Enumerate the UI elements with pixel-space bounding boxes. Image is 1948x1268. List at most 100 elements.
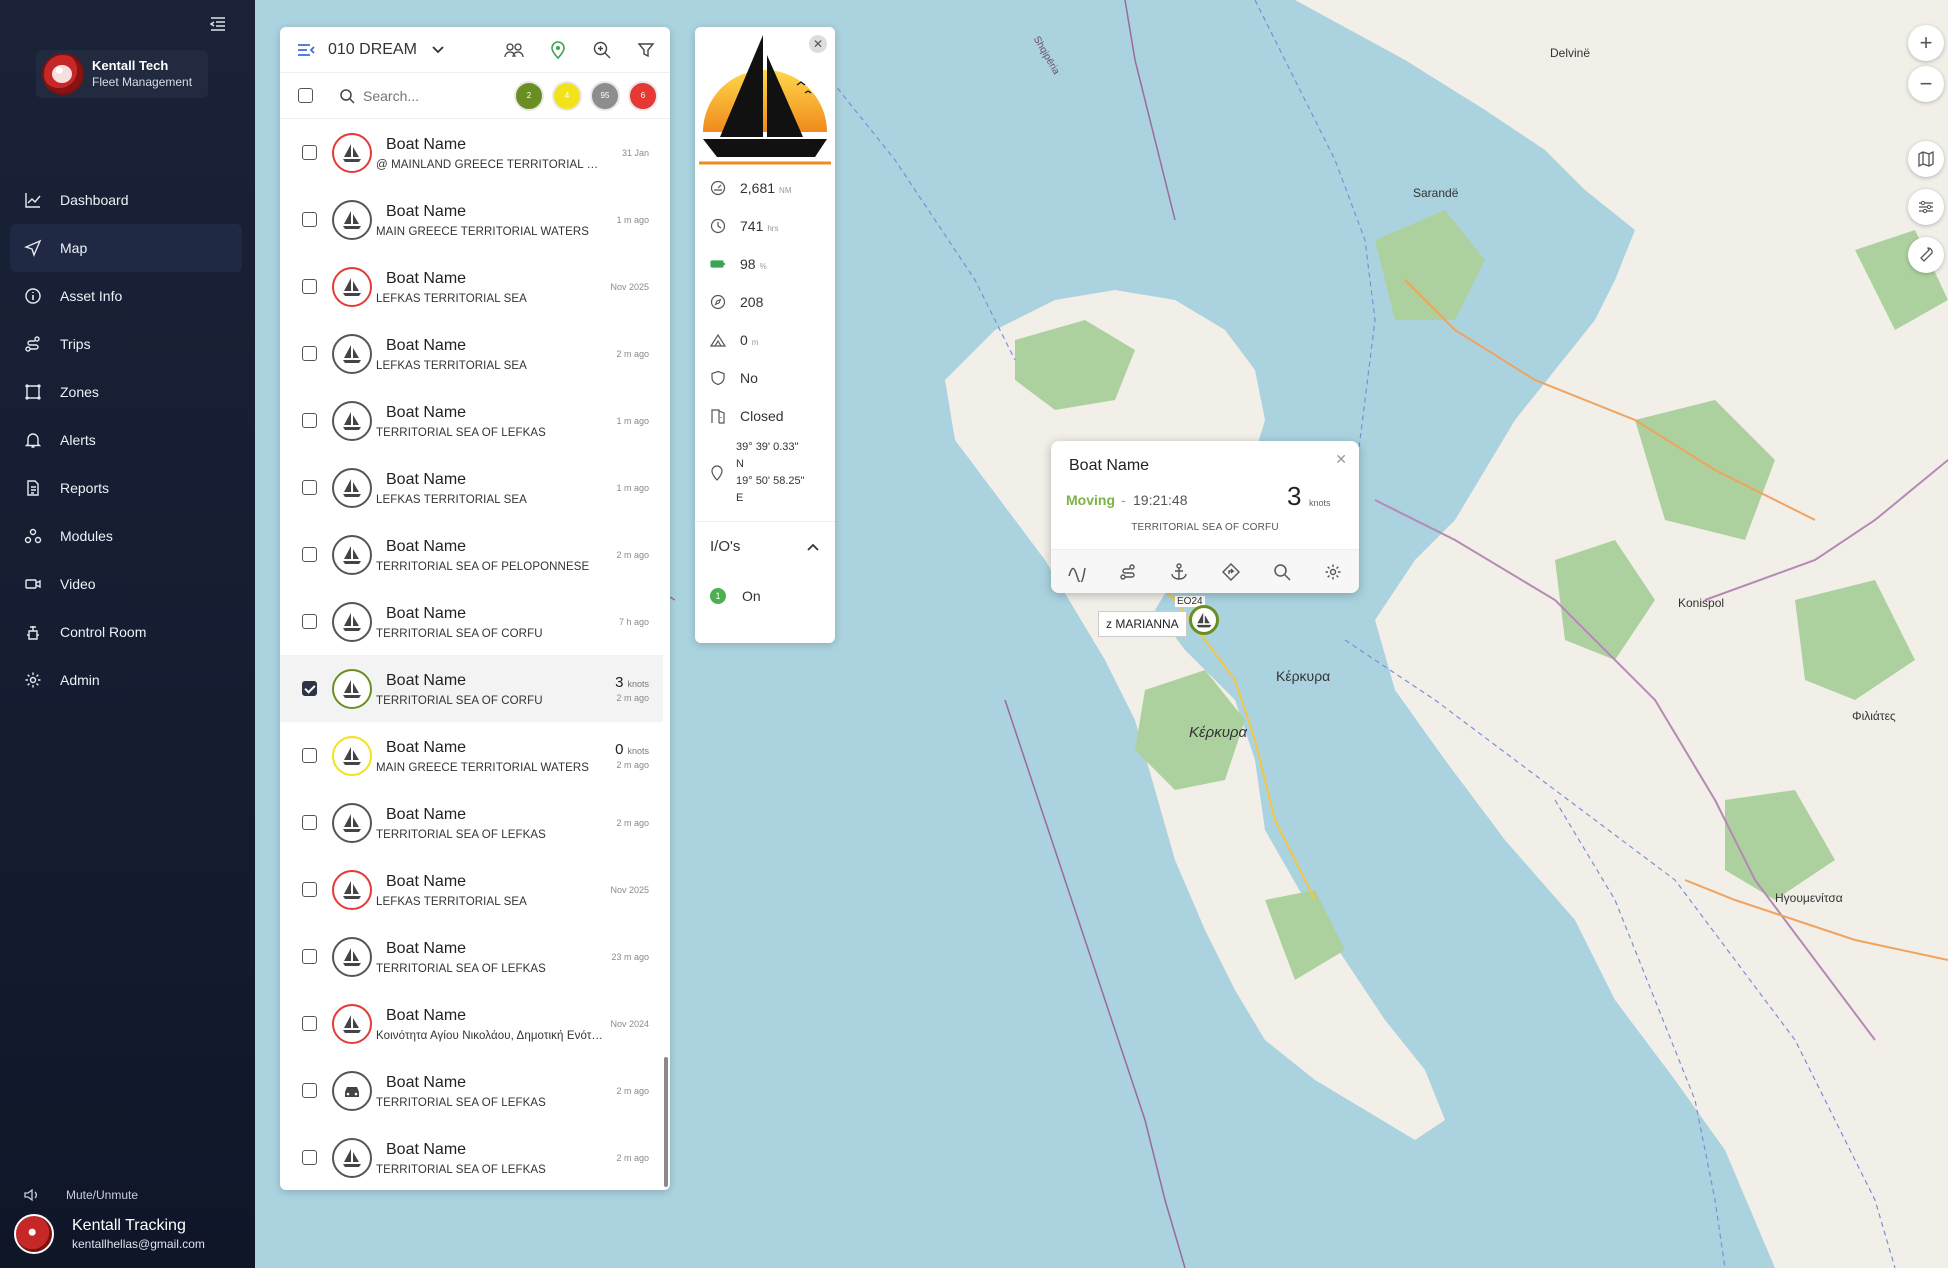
- asset-name: Boat Name: [386, 805, 467, 823]
- list-item[interactable]: Boat Name LEFKAS TERRITORIAL SEA 1 m ago: [280, 454, 663, 521]
- io-item: 1 On: [695, 571, 835, 621]
- row-checkbox[interactable]: [302, 1083, 317, 1098]
- sidebar-nav: Dashboard Map Asset Info Trips Zones Ale…: [10, 176, 242, 704]
- filter-button[interactable]: [634, 38, 658, 62]
- sidebar-item-zones[interactable]: Zones: [10, 368, 242, 416]
- locate-button[interactable]: [1271, 561, 1293, 583]
- coord-lat: 39° 39' 0.33": [736, 441, 799, 453]
- io-title: I/O's: [710, 538, 741, 555]
- asset-last-seen: 1 m ago: [616, 415, 649, 426]
- user-email: kentallhellas@gmail.com: [72, 1237, 205, 1251]
- map-tools-button[interactable]: [1908, 237, 1944, 273]
- anchor-button[interactable]: [1168, 561, 1190, 583]
- row-checkbox[interactable]: [302, 949, 317, 964]
- map-settings-button[interactable]: [1908, 189, 1944, 225]
- stat-value: 208: [740, 294, 764, 310]
- fleet-selector[interactable]: 010 DREAM: [328, 41, 417, 59]
- row-checkbox[interactable]: [302, 413, 317, 428]
- location-button[interactable]: [546, 38, 570, 62]
- sidebar-item-map[interactable]: Map: [10, 224, 242, 272]
- chevron-down-icon[interactable]: [431, 43, 445, 57]
- asset-location: LEFKAS TERRITORIAL SEA: [376, 292, 527, 305]
- search-icon: [340, 88, 355, 104]
- boat-map-marker[interactable]: [1189, 605, 1219, 635]
- list-item[interactable]: Boat Name TERRITORIAL SEA OF LEFKAS 2 m ag…: [280, 1057, 663, 1124]
- sidebar-item-modules[interactable]: Modules: [10, 512, 242, 560]
- row-checkbox[interactable]: [302, 815, 317, 830]
- user-profile[interactable]: Kentall Tracking kentallhellas@gmail.com: [14, 1214, 205, 1254]
- list-item[interactable]: Boat Name TERRITORIAL SEA OF CORFU 3 knots 2…: [280, 655, 663, 722]
- asset-name: Boat Name: [386, 1140, 467, 1158]
- list-item[interactable]: Boat Name TERRITORIAL SEA OF CORFU 7 h ago: [280, 588, 663, 655]
- sidebar-item-reports[interactable]: Reports: [10, 464, 242, 512]
- row-checkbox[interactable]: [302, 547, 317, 562]
- list-item[interactable]: Boat Name LEFKAS TERRITORIAL SEA Nov 2025: [280, 253, 663, 320]
- group-button[interactable]: [502, 38, 526, 62]
- list-item[interactable]: Boat Name Κοινότητα Αγίου Νικολάου, Δημοτ…: [280, 990, 663, 1057]
- settings-button[interactable]: [1322, 561, 1344, 583]
- status-badge-stopped[interactable]: 95: [590, 80, 620, 111]
- list-item[interactable]: Boat Name TERRITORIAL SEA OF LEFKAS 2 m ag…: [280, 1124, 663, 1190]
- zoom-in-button[interactable]: +: [1908, 25, 1944, 61]
- sidebar-item-label: Zones: [60, 384, 99, 400]
- stat-unit: %: [759, 262, 767, 271]
- collapse-sidebar-icon[interactable]: [208, 14, 228, 34]
- bell-icon: [24, 433, 42, 448]
- sidebar-item-admin[interactable]: Admin: [10, 656, 242, 704]
- directions-button[interactable]: [1220, 561, 1242, 583]
- sidebar-item-asset-info[interactable]: Asset Info: [10, 272, 242, 320]
- asset-name: Boat Name: [386, 671, 467, 689]
- status-badge-idle[interactable]: 4: [552, 80, 582, 111]
- io-section-toggle[interactable]: I/O's: [695, 521, 835, 571]
- sidebar-item-trips[interactable]: Trips: [10, 320, 242, 368]
- users-icon: [504, 42, 524, 57]
- wave-path-icon: [1067, 567, 1086, 582]
- zoom-button[interactable]: [590, 38, 614, 62]
- map-pin-icon: [551, 40, 565, 59]
- sidebar-item-dashboard[interactable]: Dashboard: [10, 176, 242, 224]
- sidebar-item-alerts[interactable]: Alerts: [10, 416, 242, 464]
- row-checkbox[interactable]: [302, 346, 317, 361]
- map-marker-label[interactable]: z MARIANNA: [1098, 611, 1187, 637]
- row-checkbox[interactable]: [302, 1016, 317, 1031]
- list-item[interactable]: Boat Name MAIN GREECE TERRITORIAL WATERS 1…: [280, 186, 663, 253]
- select-all-checkbox[interactable]: [298, 88, 313, 103]
- row-checkbox[interactable]: [302, 748, 317, 763]
- status-badge-moving[interactable]: 2: [514, 80, 544, 111]
- row-checkbox[interactable]: [302, 681, 317, 696]
- list-item[interactable]: Boat Name LEFKAS TERRITORIAL SEA Nov 2025: [280, 856, 663, 923]
- close-button[interactable]: ✕: [809, 35, 827, 53]
- search-input[interactable]: [363, 87, 463, 104]
- popup-close-button[interactable]: ✕: [1335, 451, 1347, 468]
- row-checkbox[interactable]: [302, 279, 317, 294]
- row-checkbox[interactable]: [302, 145, 317, 160]
- list-item[interactable]: Boat Name TERRITORIAL SEA OF LEFKAS 2 m ag…: [280, 789, 663, 856]
- zoom-out-button[interactable]: −: [1908, 66, 1944, 102]
- scrollbar[interactable]: [664, 1057, 668, 1187]
- row-checkbox[interactable]: [302, 882, 317, 897]
- stat-unit: NM: [779, 186, 792, 195]
- row-checkbox[interactable]: [302, 212, 317, 227]
- row-checkbox[interactable]: [302, 614, 317, 629]
- list-item[interactable]: Boat Name TERRITORIAL SEA OF PELOPONNESE 2…: [280, 521, 663, 588]
- row-checkbox[interactable]: [302, 1150, 317, 1165]
- list-item[interactable]: Boat Name TERRITORIAL SEA OF LEFKAS 1 m ag…: [280, 387, 663, 454]
- brand-logo[interactable]: Kentall Tech Fleet Management: [36, 50, 208, 98]
- map-pin-icon: [711, 465, 723, 481]
- list-item[interactable]: Boat Name @ MAINLAND GREECE TERRITORIAL W…: [280, 119, 663, 186]
- list-item[interactable]: Boat Name MAIN GREECE TERRITORIAL WATERS 0…: [280, 722, 663, 789]
- coord-lon: 19° 50' 58.25": [736, 475, 805, 487]
- map-layers-button[interactable]: [1908, 141, 1944, 177]
- trips-button[interactable]: [1117, 561, 1139, 583]
- row-checkbox[interactable]: [302, 480, 317, 495]
- asset-last-seen: 2 m ago: [616, 1152, 649, 1163]
- sidebar-item-control-room[interactable]: Control Room: [10, 608, 242, 656]
- sidebar-item-video[interactable]: Video: [10, 560, 242, 608]
- list-item[interactable]: Boat Name TERRITORIAL SEA OF LEFKAS 23 m a…: [280, 923, 663, 990]
- sidebar-item-label: Admin: [60, 672, 100, 688]
- list-item[interactable]: Boat Name LEFKAS TERRITORIAL SEA 2 m ago: [280, 320, 663, 387]
- status-badge-offline[interactable]: 6: [628, 80, 658, 111]
- history-button[interactable]: [1066, 561, 1088, 583]
- mute-toggle[interactable]: Mute/Unmute: [22, 1186, 138, 1204]
- menu-collapse-icon[interactable]: [296, 40, 316, 60]
